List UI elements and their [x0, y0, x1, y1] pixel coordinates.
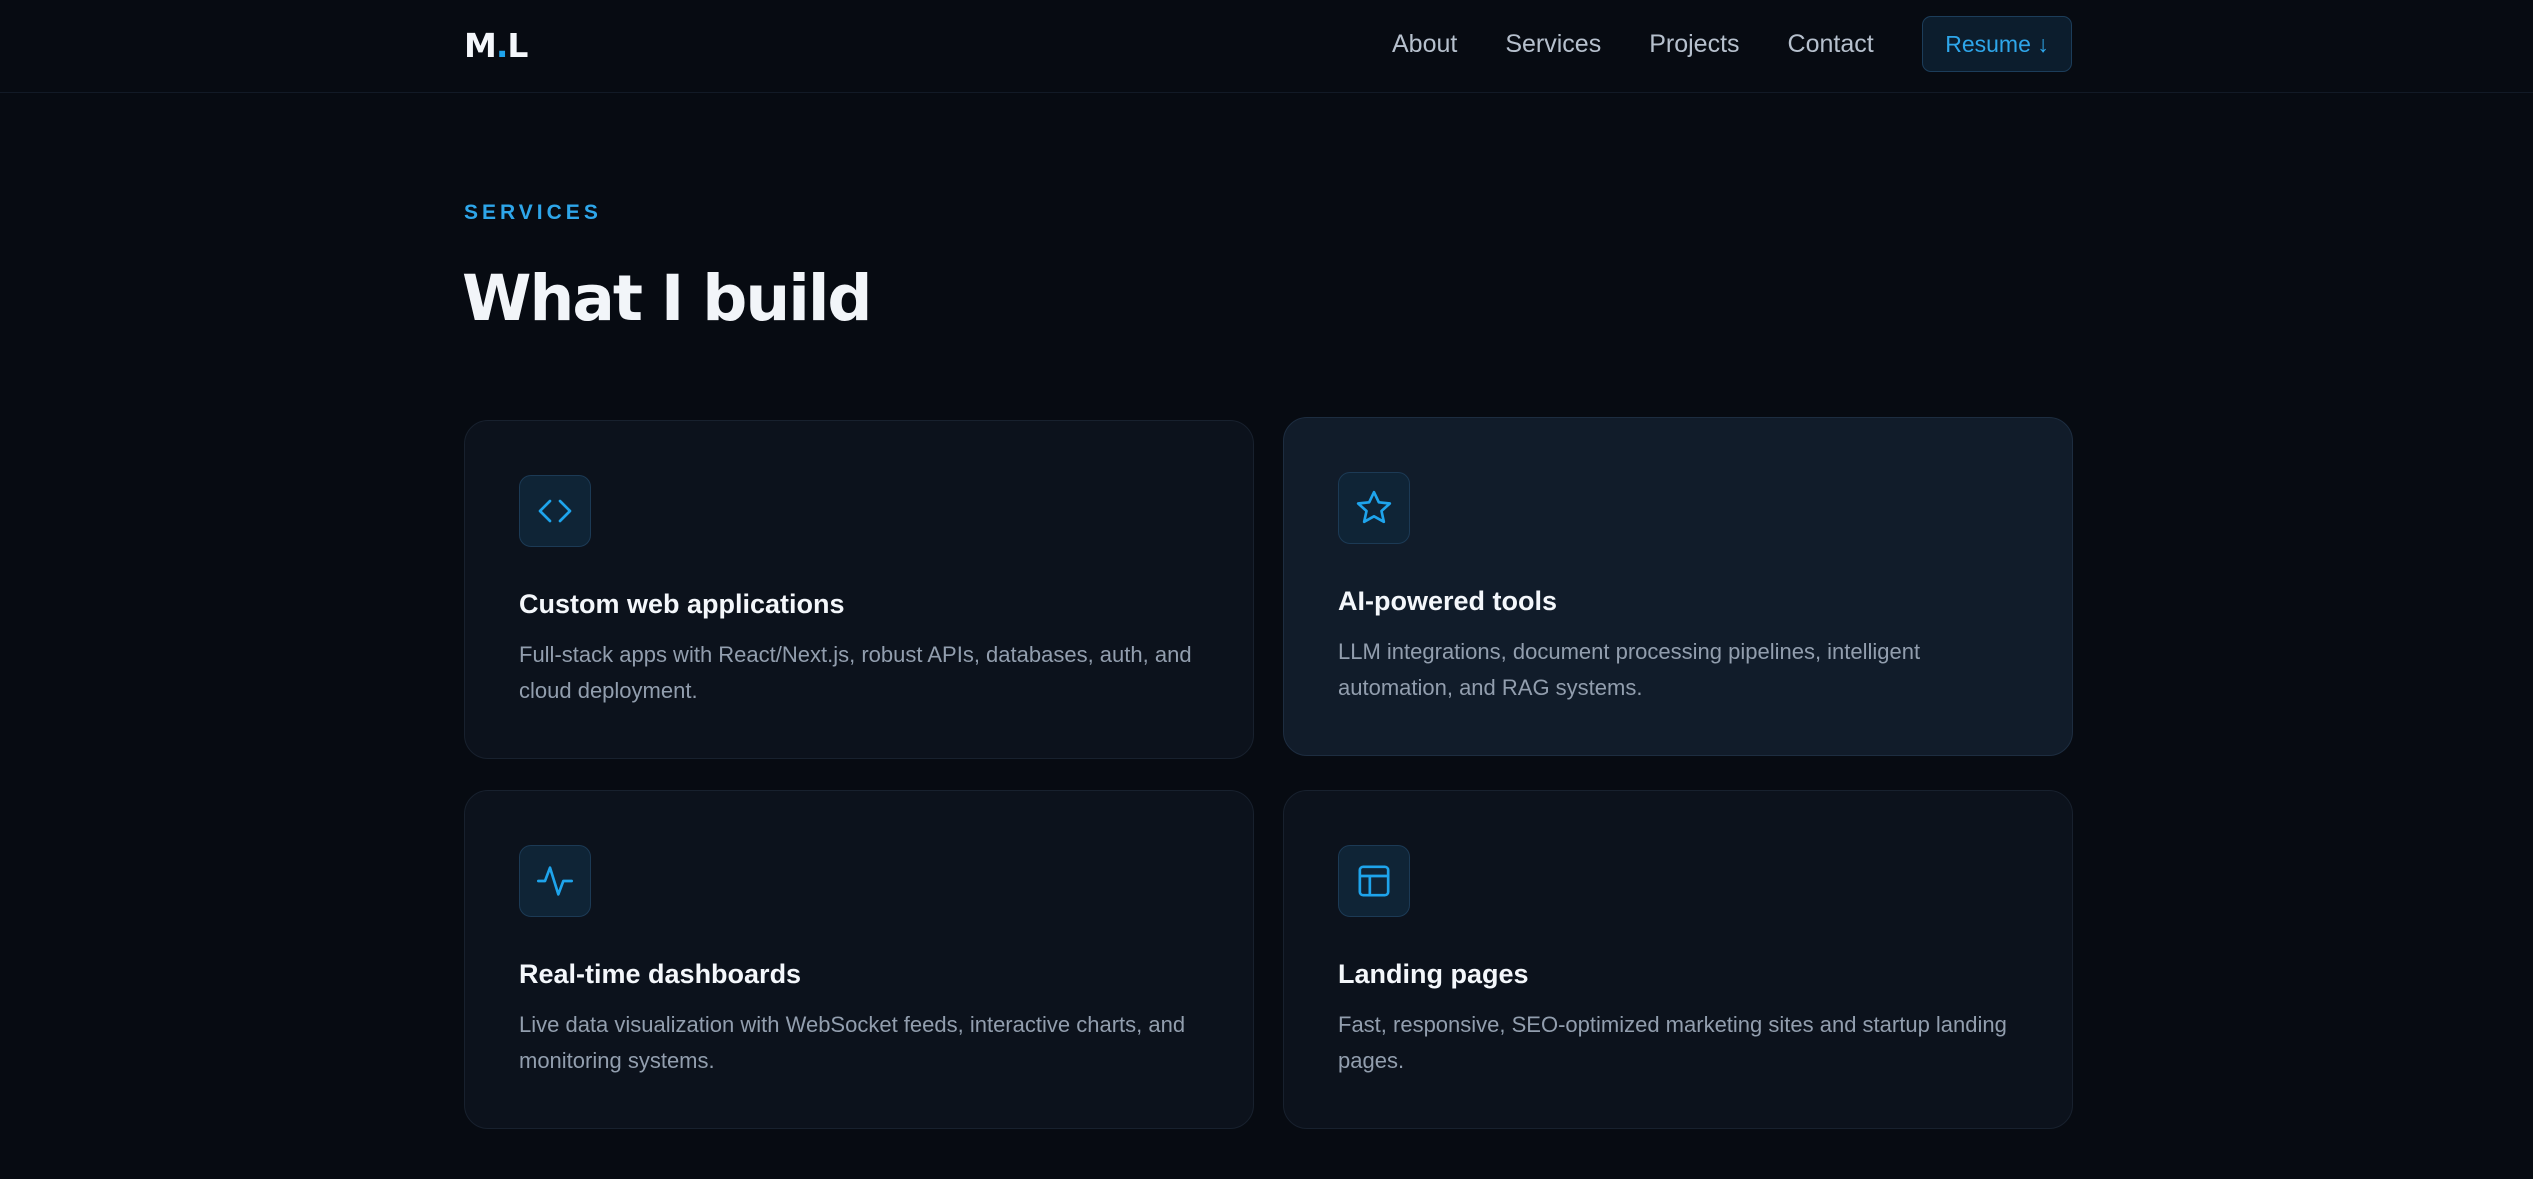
code-icon [519, 475, 591, 547]
service-card-landing-pages[interactable]: Landing pages Fast, responsive, SEO-opti… [1283, 790, 2073, 1129]
nav-link-projects[interactable]: Projects [1649, 30, 1739, 59]
logo-initial-m: M [464, 26, 497, 65]
logo[interactable]: M.L [464, 26, 528, 66]
service-description: Fast, responsive, SEO-optimized marketin… [1338, 1012, 2007, 1073]
service-title: Real-time dashboards [519, 959, 802, 989]
service-title: Custom web applications [519, 589, 845, 619]
nav-link-contact[interactable]: Contact [1788, 30, 1874, 59]
service-card-web-apps[interactable]: Custom web applications Full-stack apps … [464, 420, 1254, 759]
section-heading: What I build [462, 262, 873, 335]
logo-initial-l: L [507, 26, 528, 65]
top-nav: M.L About Services Projects Contact Resu… [0, 0, 2533, 93]
layout-icon [1338, 845, 1410, 917]
resume-button[interactable]: Resume ↓ [1922, 16, 2072, 72]
service-description: Live data visualization with WebSocket f… [519, 1012, 1186, 1073]
service-description: LLM integrations, document processing pi… [1338, 639, 1921, 700]
star-icon [1338, 472, 1410, 544]
section-eyebrow: SERVICES [464, 201, 602, 224]
service-title: AI-powered tools [1338, 586, 1558, 616]
logo-dot: . [495, 26, 509, 65]
service-description: Full-stack apps with React/Next.js, robu… [519, 642, 1192, 703]
activity-icon [519, 845, 591, 917]
nav-link-about[interactable]: About [1392, 30, 1457, 59]
service-title: Landing pages [1338, 959, 1529, 989]
service-card-ai-tools[interactable]: AI-powered tools LLM integrations, docum… [1283, 417, 2073, 756]
service-card-dashboards[interactable]: Real-time dashboards Live data visualiza… [464, 790, 1254, 1129]
nav-link-services[interactable]: Services [1505, 30, 1601, 59]
nav-links: About Services Projects Contact [1392, 0, 1874, 89]
